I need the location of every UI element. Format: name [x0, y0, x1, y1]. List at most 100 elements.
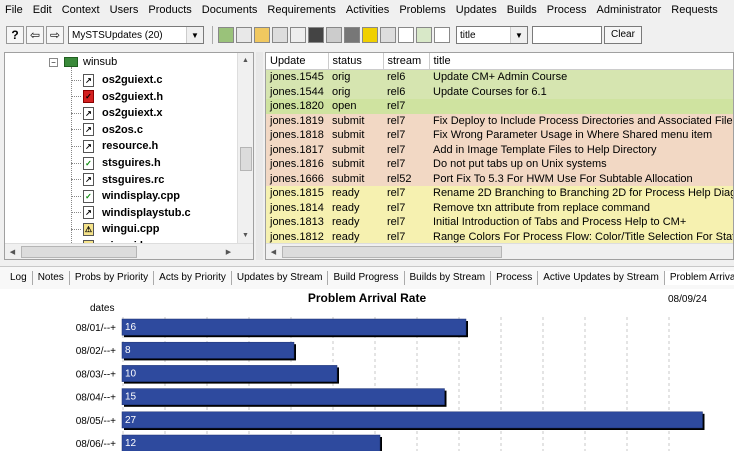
tab-active-updates-by-stream[interactable]: Active Updates by Stream	[538, 271, 665, 285]
collapse-icon[interactable]: −	[49, 57, 58, 67]
tab-notes[interactable]: Notes	[33, 271, 70, 285]
menu-edit[interactable]: Edit	[28, 0, 57, 20]
table-hscrollbar[interactable]: ◀	[266, 243, 733, 259]
scroll-up-icon[interactable]: ▲	[238, 53, 253, 68]
scroll-right-icon[interactable]: ▶	[221, 244, 236, 259]
folder-label: winsub	[83, 56, 118, 68]
field-combo[interactable]: title ▼	[456, 26, 528, 44]
search-input[interactable]	[532, 26, 602, 44]
tree-file-row[interactable]: ↗ stsguires.rc	[71, 171, 164, 189]
tree-file-row[interactable]: ✓ stsguires.h	[71, 154, 161, 172]
table-hscroll-thumb[interactable]	[282, 246, 502, 258]
bar-value-label: 10	[125, 368, 137, 379]
tree-file-row[interactable]: ⚠ wingui.cpp	[71, 220, 159, 238]
print-icon[interactable]	[218, 27, 234, 43]
bar	[121, 388, 445, 406]
diagram-icon[interactable]	[416, 27, 432, 43]
table-row[interactable]: jones.1814 ready rel7 Remove txn attribute …	[266, 200, 733, 215]
table-icon[interactable]	[308, 27, 324, 43]
tree-vscrollbar[interactable]: ▲ ▼	[237, 53, 253, 243]
tab-probs-by-priority[interactable]: Probs by Priority	[70, 271, 155, 285]
table-row[interactable]: jones.1816 submit rel7 Do not put tabs up o…	[266, 157, 733, 172]
menu-administrator[interactable]: Administrator	[591, 0, 666, 20]
scroll-left-icon[interactable]: ◀	[5, 244, 20, 259]
column-header-stream[interactable]: stream	[383, 53, 430, 70]
panel-splitter[interactable]	[256, 52, 263, 260]
tree-hscroll-thumb[interactable]	[21, 246, 137, 258]
copy-icon[interactable]	[236, 27, 252, 43]
table-row[interactable]: jones.1545 orig rel6 Update CM+ Admin Cours…	[266, 69, 733, 85]
file-icon: ↗	[83, 173, 94, 187]
cell-status: ready	[328, 215, 383, 230]
menu-process[interactable]: Process	[542, 0, 592, 20]
tab-acts-by-priority[interactable]: Acts by Priority	[154, 271, 232, 285]
grid-icon[interactable]	[290, 27, 306, 43]
tree-file-row[interactable]: ↗ os2os.c	[71, 121, 143, 139]
menu-users[interactable]: Users	[105, 0, 144, 20]
tree-file-row[interactable]: ↗ os2guiext.x	[71, 104, 163, 122]
tree-folder-row[interactable]: − winsub	[49, 53, 117, 71]
bar	[121, 318, 467, 336]
column-header-update[interactable]: Update	[266, 53, 329, 70]
tree-file-row[interactable]: ↗ windisplaystub.c	[71, 204, 191, 222]
table-row[interactable]: jones.1813 ready rel7 Initial Introduction …	[266, 215, 733, 230]
tab-log[interactable]: Log	[0, 271, 33, 285]
tab-build-progress[interactable]: Build Progress	[328, 271, 405, 285]
table-row[interactable]: jones.1815 ready rel7 Rename 2D Branching t…	[266, 186, 733, 201]
tree-file-row[interactable]: ↗ os2guiext.c	[71, 71, 163, 89]
layout-icon[interactable]	[398, 27, 414, 43]
tree-hscrollbar[interactable]: ◀ ▶	[5, 243, 253, 259]
menu-context[interactable]: Context	[57, 0, 105, 20]
cell-title: Remove txn attribute from replace comman…	[429, 200, 733, 215]
tab-updates-by-stream[interactable]: Updates by Stream	[232, 271, 329, 285]
table-row[interactable]: jones.1544 orig rel6 Update Courses for 6.1	[266, 84, 733, 99]
column-header-status[interactable]: status	[328, 53, 384, 70]
menu-file[interactable]: File	[0, 0, 28, 20]
tree-file-row[interactable]: ↗ resource.h	[71, 137, 158, 155]
menu-requirements[interactable]: Requirements	[262, 0, 340, 20]
scroll-left-icon[interactable]: ◀	[266, 244, 281, 259]
help-button[interactable]: ?	[6, 26, 24, 44]
checked-out-file-icon: ✓	[83, 90, 94, 104]
y-axis-label: dates	[90, 303, 114, 314]
file-icon: ↗	[83, 106, 94, 120]
edit-icon[interactable]	[326, 27, 342, 43]
scroll-down-icon[interactable]: ▼	[238, 228, 253, 243]
back-button[interactable]: ⇦	[26, 26, 44, 44]
tab-builds-by-stream[interactable]: Builds by Stream	[405, 271, 492, 285]
table-row[interactable]: jones.1819 submit rel7 Fix Deploy to Includ…	[266, 113, 733, 128]
cell-title: Add in Image Template Files to Help Dire…	[429, 142, 733, 157]
clear-button[interactable]: Clear	[604, 26, 642, 44]
tree-file-row[interactable]: ✓ windisplay.cpp	[71, 187, 180, 205]
tab-problem-arrival-rate[interactable]: Problem Arrival Rate	[664, 271, 734, 285]
table-row[interactable]: jones.1817 submit rel7 Add in Image Templat…	[266, 142, 733, 157]
tree-connector	[71, 195, 81, 197]
build-icon[interactable]	[344, 27, 360, 43]
tab-process[interactable]: Process	[491, 271, 539, 285]
matrix-icon[interactable]	[380, 27, 396, 43]
menu-requests[interactable]: Requests	[666, 0, 722, 20]
menu-problems[interactable]: Problems	[394, 0, 450, 20]
menu-builds[interactable]: Builds	[502, 0, 542, 20]
branch-icon[interactable]	[254, 27, 270, 43]
tree-vscroll-thumb[interactable]	[240, 147, 252, 171]
forward-button[interactable]: ⇨	[46, 26, 64, 44]
warning-icon[interactable]	[362, 27, 378, 43]
toolbar-separator	[212, 26, 213, 44]
cell-status: submit	[328, 157, 383, 172]
list-icon[interactable]	[272, 27, 288, 43]
table-row[interactable]: jones.1812 ready rel7 Range Colors For Proc…	[266, 229, 733, 244]
tree-file-label: windisplay.cpp	[102, 190, 181, 203]
menu-updates[interactable]: Updates	[451, 0, 502, 20]
column-header-title[interactable]: title	[429, 53, 733, 70]
query-combo[interactable]: MySTSUpdates (20) ▼	[68, 26, 204, 44]
table-row[interactable]: jones.1818 submit rel7 Fix Wrong Parameter …	[266, 128, 733, 143]
menu-documents[interactable]: Documents	[197, 0, 263, 20]
tree-file-row[interactable]: ✓ os2guiext.h	[71, 88, 163, 106]
flow-icon[interactable]	[434, 27, 450, 43]
menu-activities[interactable]: Activities	[341, 0, 394, 20]
table-row[interactable]: jones.1666 submit rel52 Port Fix To 5.3 For…	[266, 171, 733, 186]
cell-title: Fix Wrong Parameter Usage in Where Share…	[429, 128, 733, 143]
menu-products[interactable]: Products	[143, 0, 196, 20]
table-row[interactable]: jones.1820 open rel7	[266, 99, 733, 114]
